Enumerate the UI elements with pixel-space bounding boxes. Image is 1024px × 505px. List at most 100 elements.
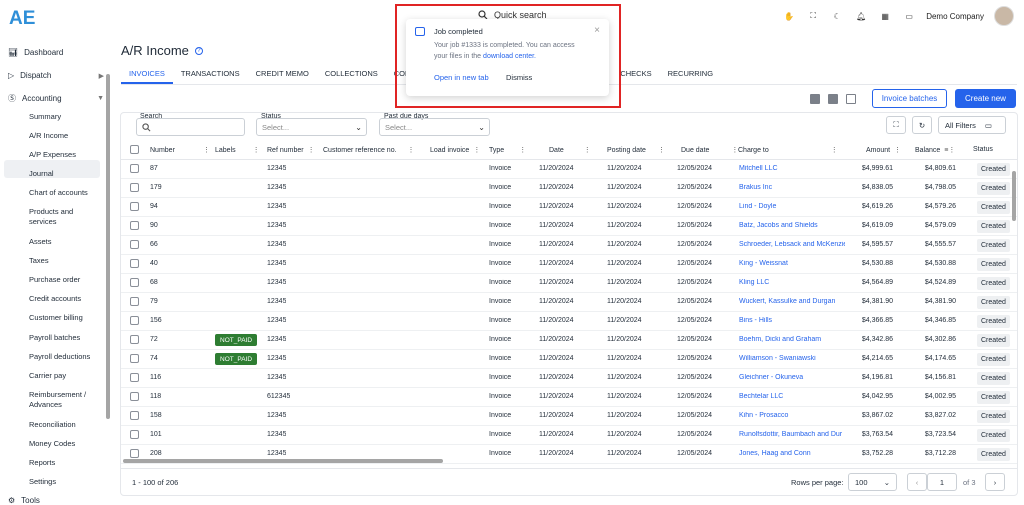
sidebar-scrollbar[interactable] <box>106 74 110 419</box>
sidebar-item-reports[interactable]: Reports <box>29 458 101 468</box>
tab-collections[interactable]: COLLECTIONS <box>317 66 386 84</box>
column-header-labels[interactable]: Labels ⋮ <box>215 146 260 154</box>
table-row[interactable]: 101 12345 Invoice 11/20/2024 11/20/2024 12/05… <box>121 426 1017 445</box>
cell-charge-to[interactable]: Williamson - Swaniawski <box>739 355 845 362</box>
tab-transactions[interactable]: TRANSACTIONS <box>173 66 248 84</box>
sidebar-item-summary[interactable]: Summary <box>29 112 101 122</box>
column-header-number[interactable]: Number ⋮ <box>150 146 210 154</box>
row-checkbox[interactable] <box>130 183 139 192</box>
cell-charge-to[interactable]: Brakus Inc <box>739 184 845 191</box>
cell-charge-to[interactable]: Wuckert, Kassulke and Durgan <box>739 298 845 305</box>
sidebar-item-taxes[interactable]: Taxes <box>29 256 101 266</box>
expand-icon[interactable]: ⛶ <box>886 116 906 134</box>
table-icon[interactable] <box>846 94 856 104</box>
cell-charge-to[interactable]: Kihn - Prosacco <box>739 412 845 419</box>
column-header-type[interactable]: Type ⋮ <box>489 146 526 154</box>
search-input[interactable] <box>136 118 245 136</box>
table-vertical-scrollbar[interactable] <box>1012 171 1016 221</box>
building-icon[interactable]: ▭ <box>902 9 916 23</box>
column-header-balance[interactable]: Balance ≡⋮ <box>915 146 955 154</box>
create-new-button[interactable]: Create new <box>955 89 1016 108</box>
tab-recurring[interactable]: RECURRING <box>660 66 721 84</box>
sidebar-item-dispatch[interactable]: ▷ Dispatch ▶ <box>8 71 104 80</box>
cell-charge-to[interactable]: Schroeder, Lebsack and McKenzie <box>739 241 845 248</box>
sidebar-item-chart-of-accounts[interactable]: Chart of accounts <box>29 188 101 198</box>
row-checkbox[interactable] <box>130 221 139 230</box>
cell-charge-to[interactable]: Mitchell LLC <box>739 165 845 172</box>
company-name[interactable]: Demo Company <box>926 12 984 21</box>
column-header-date[interactable]: Date ⋮ <box>549 146 591 154</box>
sidebar-item-products-services[interactable]: Products and services <box>29 207 101 226</box>
sidebar-item-reconciliation[interactable]: Reconciliation <box>29 420 101 430</box>
cell-charge-to[interactable]: Runolfsdottir, Baumbach and Dur <box>739 431 845 438</box>
sidebar-item-payroll-batches[interactable]: Payroll batches <box>29 333 101 343</box>
grid-icon[interactable]: ▦ <box>878 9 892 23</box>
table-row[interactable]: 116 12345 Invoice 11/20/2024 11/20/2024 12/05… <box>121 369 1017 388</box>
sidebar-item-settings[interactable]: Settings <box>29 477 101 487</box>
avatar[interactable] <box>994 6 1014 26</box>
row-checkbox[interactable] <box>130 240 139 249</box>
cell-charge-to[interactable]: Lind - Doyle <box>739 203 845 210</box>
sidebar-item-accounting[interactable]: Ⓢ Accounting ▼ <box>8 93 104 104</box>
sidebar-item-tools[interactable]: ⚙︎ Tools <box>8 496 104 505</box>
cell-charge-to[interactable]: Kling LLC <box>739 279 845 286</box>
table-row[interactable]: 79 12345 Invoice 11/20/2024 11/20/2024 12/05/… <box>121 293 1017 312</box>
row-checkbox[interactable] <box>130 373 139 382</box>
sidebar-item-ar-income[interactable]: A/R Income <box>29 131 101 141</box>
sidebar-item-dashboard[interactable]: 📊︎ Dashboard <box>8 48 104 57</box>
table-row[interactable]: 118 612345 Invoice 11/20/2024 11/20/2024 12/0… <box>121 388 1017 407</box>
invoice-batches-button[interactable]: Invoice batches <box>872 89 947 108</box>
select-all-checkbox[interactable] <box>130 145 139 154</box>
row-checkbox[interactable] <box>130 449 139 458</box>
sidebar-item-credit-accounts[interactable]: Credit accounts <box>29 294 101 304</box>
row-checkbox[interactable] <box>130 278 139 287</box>
table-row[interactable]: 40 12345 Invoice 11/20/2024 11/20/2024 12/05/… <box>121 255 1017 274</box>
document-icon[interactable] <box>810 94 820 104</box>
sidebar-item-carrier-pay[interactable]: Carrier pay <box>29 371 101 381</box>
page-input[interactable]: 1 <box>927 473 957 491</box>
row-checkbox[interactable] <box>130 164 139 173</box>
sidebar-item-purchase-order[interactable]: Purchase order <box>29 275 101 285</box>
add-document-icon[interactable] <box>828 94 838 104</box>
table-row[interactable]: 158 12345 Invoice 11/20/2024 11/20/2024 12/05… <box>121 407 1017 426</box>
table-row[interactable]: 87 12345 Invoice 11/20/2024 11/20/2024 12/05/… <box>121 160 1017 179</box>
sidebar-item-ap-expenses[interactable]: A/P Expenses <box>29 150 101 160</box>
logo-icon[interactable]: AE <box>8 6 44 28</box>
table-row[interactable]: 66 12345 Invoice 11/20/2024 11/20/2024 12/05/… <box>121 236 1017 255</box>
next-page-button[interactable]: › <box>985 473 1005 491</box>
table-row[interactable]: 68 12345 Invoice 11/20/2024 11/20/2024 12/05/… <box>121 274 1017 293</box>
tab-invoices[interactable]: INVOICES <box>121 66 173 84</box>
sidebar-item-journal[interactable]: Journal <box>29 169 101 179</box>
cell-charge-to[interactable]: Gleichner - Okuneva <box>739 374 845 381</box>
tab-credit-memo[interactable]: CREDIT MEMO <box>248 66 317 84</box>
row-checkbox[interactable] <box>130 259 139 268</box>
past-due-select[interactable]: Select... ⌄ <box>379 118 490 136</box>
sidebar-item-customer-billing[interactable]: Customer billing <box>29 313 101 323</box>
refresh-icon[interactable]: ↻ <box>912 116 932 134</box>
row-checkbox[interactable] <box>130 297 139 306</box>
sidebar-item-assets[interactable]: Assets <box>29 237 101 247</box>
column-header-charge-to[interactable]: Charge to ⋮ <box>738 146 838 154</box>
row-checkbox[interactable] <box>130 392 139 401</box>
cell-charge-to[interactable]: Bins - Hills <box>739 317 845 324</box>
column-header-amount[interactable]: Amount ⋮ <box>866 146 901 154</box>
table-row[interactable]: NOT_PAID 72 12345 Invoice 11/20/2024 11/20/20… <box>121 331 1017 350</box>
fullscreen-icon[interactable]: ⛶ <box>806 9 820 23</box>
row-checkbox[interactable] <box>130 202 139 211</box>
table-row[interactable]: 179 12345 Invoice 11/20/2024 11/20/2024 12/05… <box>121 179 1017 198</box>
rows-per-page-select[interactable]: 100 ⌄ <box>848 473 897 491</box>
column-header-due-date[interactable]: Due date ⋮ <box>681 146 738 154</box>
row-checkbox[interactable] <box>130 316 139 325</box>
row-checkbox[interactable] <box>130 354 139 363</box>
column-header-customer-ref[interactable]: Customer reference no. ⋮ <box>323 146 415 154</box>
sidebar-item-money-codes[interactable]: Money Codes <box>29 439 101 449</box>
column-header-status[interactable]: Status <box>973 146 993 153</box>
sidebar-item-reimbursement[interactable]: Reimbursement / Advances <box>29 390 101 409</box>
help-icon[interactable]: ? <box>194 46 203 55</box>
cell-charge-to[interactable]: Bechtelar LLC <box>739 393 845 400</box>
moon-icon[interactable]: ☾ <box>830 9 844 23</box>
cell-charge-to[interactable]: Jones, Haag and Conn <box>739 450 845 457</box>
cell-charge-to[interactable]: King - Weissnat <box>739 260 845 267</box>
column-header-posting-date[interactable]: Posting date ⋮ <box>607 146 665 154</box>
table-row[interactable]: 94 12345 Invoice 11/20/2024 11/20/2024 12/05/… <box>121 198 1017 217</box>
